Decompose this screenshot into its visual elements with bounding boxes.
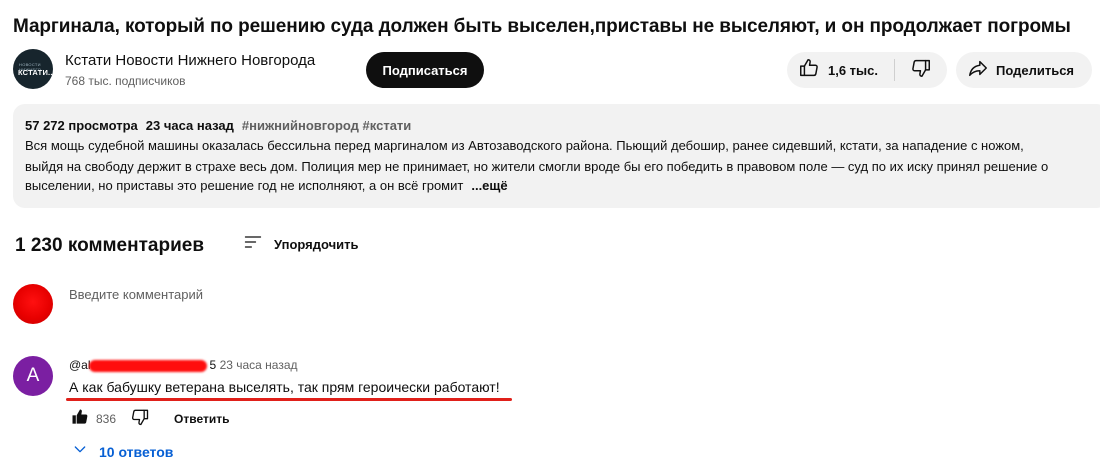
reply-button[interactable]: Ответить (174, 412, 229, 426)
comments-count: 1 230 комментариев (15, 235, 204, 256)
comment-header: @al 5 23 часа назад (69, 358, 298, 372)
like-count: 1,6 тыс. (828, 62, 878, 78)
channel-avatar-text: КСТАТИ... (18, 68, 53, 77)
description-line: выселении, но приставы это решение год н… (25, 176, 508, 196)
thumbs-down-icon (130, 407, 150, 432)
comment-text: А как бабушку ветерана выселять, так пря… (69, 379, 500, 395)
share-button[interactable]: Поделиться (956, 52, 1092, 88)
dislike-button[interactable] (895, 52, 947, 88)
comment-input[interactable] (69, 283, 1089, 307)
comment-author[interactable]: @al (69, 358, 91, 372)
comment-author-suffix: 5 (209, 358, 217, 372)
sort-button[interactable]: Упорядочить (243, 232, 359, 257)
show-more-button[interactable]: ...ещё (471, 178, 507, 193)
replies-label: 10 ответов (99, 443, 174, 460)
description-line: выйдя на свободу держит в страхе весь до… (25, 159, 1049, 174)
description-text: выселении, но приставы это решение год н… (25, 178, 464, 193)
comment-like-count: 836 (96, 412, 117, 426)
user-avatar[interactable] (13, 284, 53, 324)
thumbs-up-filled-icon (70, 407, 90, 432)
subscribe-button[interactable]: Подписаться (366, 52, 484, 88)
subscriber-count: 768 тыс. подписчиков (65, 74, 186, 88)
upload-time: 23 часа назад (145, 118, 234, 133)
thumbs-down-icon (910, 57, 932, 84)
share-icon (967, 57, 989, 84)
comment-dislike-button[interactable] (130, 407, 150, 432)
youtube-watch-page: Маргинала, который по решению суда долже… (0, 0, 1100, 462)
sort-icon (243, 232, 263, 257)
hashtags[interactable]: #нижнийновгород #кстати (242, 118, 411, 133)
channel-name[interactable]: Кстати Новости Нижнего Новгорода (65, 52, 315, 69)
description-meta: 57 272 просмотра 23 часа назад #нижнийновг… (25, 118, 411, 133)
channel-avatar[interactable]: НОВОСТИ НИЖНЕГО КСТАТИ... (13, 49, 53, 89)
comment-like-button[interactable]: 836 (70, 407, 116, 432)
redaction-mark (88, 359, 207, 372)
like-button[interactable]: 1,6 тыс. (787, 52, 894, 88)
video-title: Маргинала, который по решению суда долже… (13, 16, 1071, 37)
chevron-down-icon (72, 441, 88, 462)
comment-actions: 836 Ответить (70, 407, 229, 431)
thumbs-up-icon (798, 57, 820, 84)
like-dislike-group: 1,6 тыс. (787, 52, 947, 88)
view-count: 57 272 просмотра (25, 118, 138, 133)
share-label: Поделиться (996, 62, 1075, 78)
highlight-underline (66, 398, 512, 401)
comment-time[interactable]: 23 часа назад (220, 358, 298, 372)
replies-toggle[interactable]: 10 ответов (72, 441, 173, 462)
sort-label: Упорядочить (274, 237, 359, 252)
description-box[interactable]: 57 272 просмотра 23 часа назад #нижнийновг… (13, 104, 1100, 208)
comment-avatar[interactable]: A (13, 356, 53, 396)
description-line: Вся мощь судебной машины оказалась бесси… (25, 138, 1024, 153)
